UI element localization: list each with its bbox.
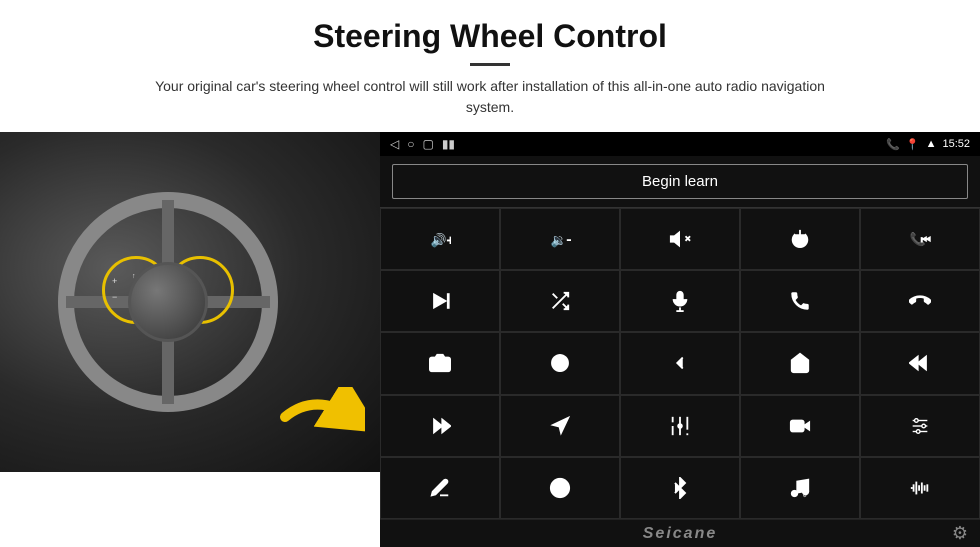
svg-text:360°: 360°: [555, 367, 565, 372]
location-icon: 📍: [906, 138, 920, 151]
status-bar-left: ◁ ○ ▢ ▮▮: [390, 137, 455, 151]
phone-button[interactable]: [740, 270, 860, 332]
nav-back-icon[interactable]: ◁: [390, 137, 399, 151]
shuffle-button[interactable]: [500, 270, 620, 332]
back-button[interactable]: [620, 332, 740, 394]
svg-text:−: −: [112, 292, 117, 302]
circle-dot-button[interactable]: [500, 457, 620, 519]
yellow-arrow: [275, 387, 365, 452]
svg-text:+: +: [112, 276, 117, 286]
gear-container: ⚙: [776, 523, 968, 544]
signal-icon: ▮▮: [442, 137, 455, 151]
subtitle: Your original car's steering wheel contr…: [130, 76, 850, 118]
android-panel: ◁ ○ ▢ ▮▮ 📞 📍 ▲ 15:52 Begin learn: [380, 132, 980, 547]
navigate-button[interactable]: [500, 395, 620, 457]
status-bar-right: 📞 📍 ▲ 15:52: [886, 138, 970, 151]
nav-recents-icon[interactable]: ▢: [422, 137, 433, 151]
status-time: 15:52: [942, 138, 970, 150]
steering-wheel-ring: [58, 192, 278, 412]
controls-grid: 🔊+ 🔉− 📞: [380, 207, 980, 519]
header-section: Steering Wheel Control Your original car…: [0, 0, 980, 128]
camera-button[interactable]: [380, 332, 500, 394]
begin-learn-row: Begin learn: [380, 156, 980, 207]
rotate-360-button[interactable]: 360°: [500, 332, 620, 394]
waveform-button[interactable]: [860, 457, 980, 519]
steering-wheel-panel: + − ↑ ☎ ⊞ ◇ ○ ◇: [0, 132, 380, 472]
seicane-logo: Seicane: [584, 525, 776, 543]
mic-button[interactable]: [620, 270, 740, 332]
skip-back-button[interactable]: [860, 332, 980, 394]
svg-text:⏮: ⏮: [921, 235, 931, 247]
power-button[interactable]: [740, 208, 860, 270]
bluetooth-button[interactable]: [620, 457, 740, 519]
status-bar: ◁ ○ ▢ ▮▮ 📞 📍 ▲ 15:52: [380, 132, 980, 156]
mute-button[interactable]: [620, 208, 740, 270]
settings-eq-button[interactable]: [860, 395, 980, 457]
title-divider: [470, 63, 510, 66]
equalizer-button[interactable]: [620, 395, 740, 457]
content-section: + − ↑ ☎ ⊞ ◇ ○ ◇: [0, 132, 980, 547]
next-track-button[interactable]: [380, 270, 500, 332]
pen-button[interactable]: [380, 457, 500, 519]
fast-forward-button[interactable]: [380, 395, 500, 457]
vol-down-button[interactable]: 🔉−: [500, 208, 620, 270]
vol-up-button[interactable]: 🔊+: [380, 208, 500, 270]
settings-gear-icon[interactable]: ⚙: [952, 523, 968, 544]
steering-wheel-hub: [128, 262, 208, 342]
wifi-icon: ▲: [926, 138, 937, 150]
record-button[interactable]: [740, 395, 860, 457]
prev-track-button[interactable]: 📞 ⏮: [860, 208, 980, 270]
bottom-bar: Seicane ⚙: [380, 519, 980, 547]
svg-text:🔉−: 🔉−: [551, 233, 571, 249]
phone-status-icon: 📞: [886, 138, 900, 151]
begin-learn-button[interactable]: Begin learn: [392, 164, 968, 199]
nav-home-icon[interactable]: ○: [407, 137, 414, 151]
page-title: Steering Wheel Control: [60, 18, 920, 55]
svg-text:🔊+: 🔊+: [431, 232, 451, 249]
page-container: Steering Wheel Control Your original car…: [0, 0, 980, 547]
home-button[interactable]: [740, 332, 860, 394]
steering-wheel-wrap: + − ↑ ☎ ⊞ ◇ ○ ◇: [58, 192, 278, 412]
hang-up-button[interactable]: [860, 270, 980, 332]
music-button[interactable]: ⚙: [740, 457, 860, 519]
